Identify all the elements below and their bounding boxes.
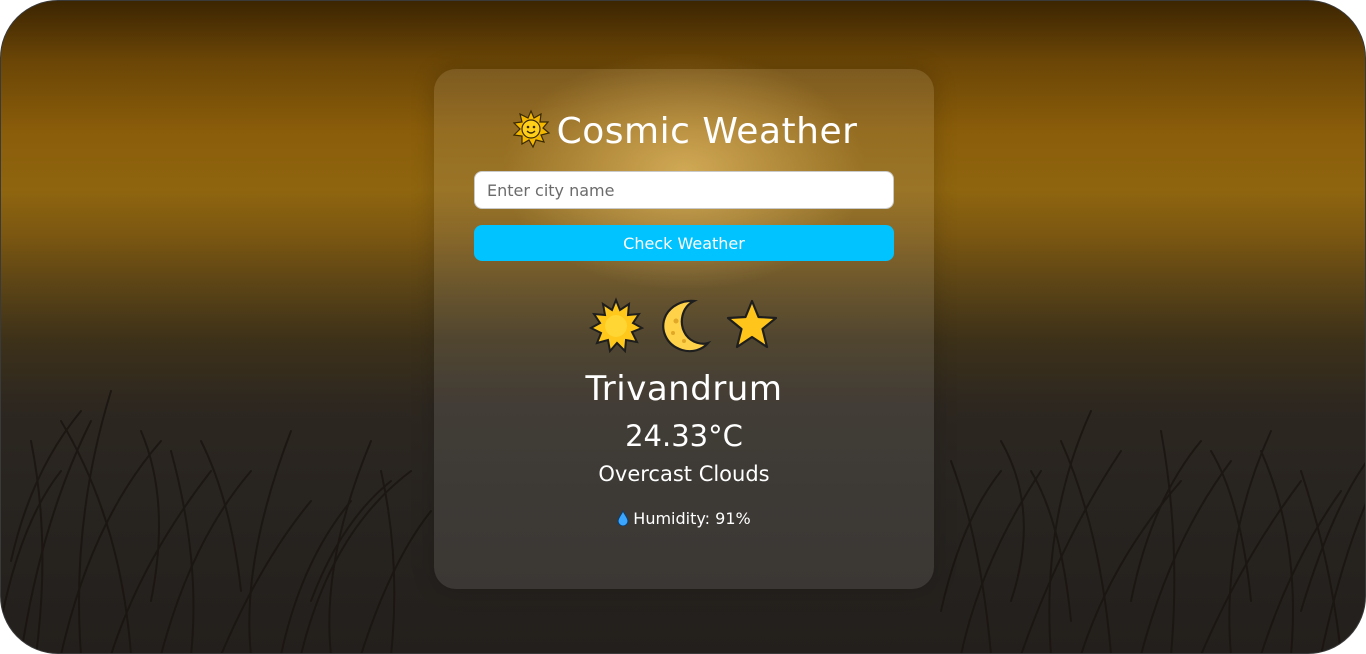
humidity: Humidity: 91% xyxy=(434,509,934,530)
city-name: Trivandrum xyxy=(585,369,783,409)
app-title: Cosmic Weather xyxy=(434,109,934,152)
check-weather-button[interactable]: Check Weather xyxy=(474,225,894,261)
weather-description: Overcast Clouds xyxy=(598,462,770,486)
star-icon xyxy=(724,297,780,357)
humidity-text: Humidity: 91% xyxy=(633,509,751,528)
weather-card: Cosmic Weather Check Weather xyxy=(434,69,934,589)
app-window: Cosmic Weather Check Weather xyxy=(0,0,1366,654)
weather-icons-row xyxy=(434,297,934,357)
sun-with-face-icon xyxy=(511,109,551,152)
droplet-icon xyxy=(617,509,629,530)
city-search-input[interactable] xyxy=(474,171,894,209)
app-title-text: Cosmic Weather xyxy=(556,111,858,152)
temperature: 24.33°C xyxy=(625,419,743,453)
crescent-moon-icon xyxy=(656,297,712,357)
sun-icon xyxy=(588,297,644,357)
